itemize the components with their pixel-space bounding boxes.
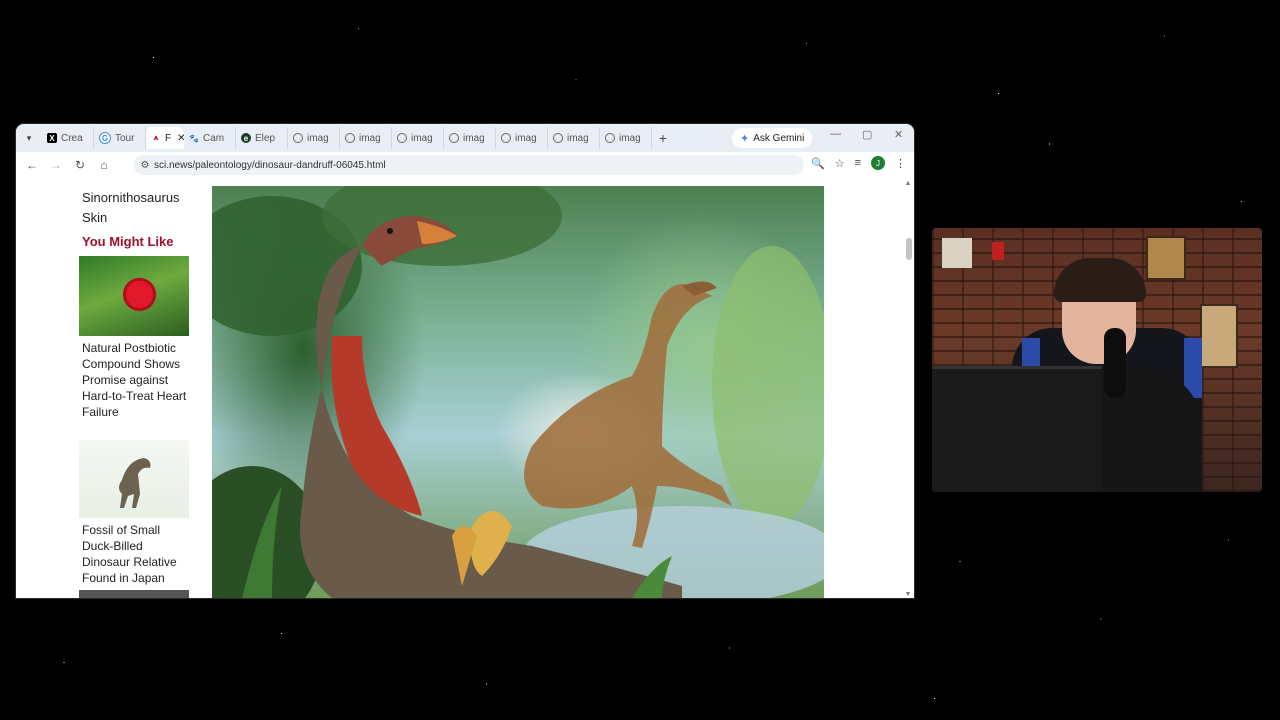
tab-3[interactable]: 🐾 Cam [184,127,236,149]
tab-search-icon[interactable]: ▾ [16,133,42,144]
back-icon[interactable]: ← [20,158,44,172]
reload-icon[interactable]: ↻ [68,158,92,172]
google-icon: G [99,132,111,144]
tab-2-active[interactable]: ⩚ F ✕ [146,127,184,149]
zoom-icon[interactable]: 🔍 [811,157,825,170]
shelf-item [992,242,1004,260]
scrollbar-thumb[interactable] [906,238,912,260]
tab-label: Elep [255,132,276,144]
recommendation-title[interactable]: Natural Postbiotic Compound Shows Promis… [82,340,192,420]
ask-gemini-button[interactable]: ✦ Ask Gemini [732,128,813,148]
globe-icon [501,133,511,143]
tab-label: Cam [203,132,225,144]
tab-bar: ▾ X Crea G Tour ⩚ F ✕ 🐾 Cam e Elep imag imag i… [16,124,914,152]
home-icon[interactable]: ⌂ [92,158,116,172]
wall-picture [1146,236,1186,280]
tab-6[interactable]: imag [340,127,392,149]
wall-picture [1200,304,1238,368]
recommendation-title[interactable]: Fossil of Small Duck-Billed Dinosaur Rel… [82,522,192,586]
recommendation-image-pomegranate[interactable] [79,256,189,336]
globe-icon [293,133,303,143]
globe-icon [449,133,459,143]
you-might-like-title: You Might Like [82,234,174,249]
tab-label: F [165,132,172,144]
tab-8[interactable]: imag [444,127,496,149]
globe-icon [345,133,355,143]
tab-5[interactable]: imag [288,127,340,149]
gemini-sparkle-icon: ✦ [740,132,750,145]
tab-11[interactable]: imag [600,127,652,149]
tab-label: Crea [61,132,83,144]
bookmark-star-icon[interactable]: ☆ [835,157,845,170]
paw-icon: 🐾 [189,133,199,143]
tab-label: imag [359,132,381,144]
globe-icon [553,133,563,143]
e-icon: e [241,133,251,143]
scroll-down-icon[interactable]: ▼ [904,591,912,598]
therizinosaur-painting [212,186,824,598]
reading-list-icon[interactable]: ≡ [855,157,861,169]
tab-label: imag [463,132,485,144]
globe-icon [605,133,615,143]
forward-icon[interactable]: → [44,158,68,172]
recommendation-image-dinosaur[interactable] [79,440,189,518]
ask-gemini-label: Ask Gemini [753,132,805,144]
monitor [932,366,1102,492]
tab-label: imag [567,132,589,144]
sci-news-icon: ⩚ [153,133,159,142]
tab-4[interactable]: e Elep [236,127,288,149]
url-text: sci.news/paleontology/dinosaur-dandruff-… [154,159,386,171]
globe-icon [397,133,407,143]
tab-0[interactable]: X Crea [42,127,94,149]
tab-7[interactable]: imag [392,127,444,149]
tab-label: imag [619,132,641,144]
microphone [1104,328,1126,398]
tab-label: Tour [115,132,135,144]
article-hero-image [212,186,824,598]
dinosaur-illustration [119,458,151,508]
address-bar: ← → ↻ ⌂ ⚙ sci.news/paleontology/dinosaur… [16,152,914,179]
tab-label: imag [411,132,433,144]
tab-label: imag [307,132,329,144]
wall-picture [942,238,972,268]
page-content: Sinornithosaurus Skin You Might Like Nat… [16,178,914,598]
url-field[interactable]: ⚙ sci.news/paleontology/dinosaur-dandruf… [134,155,804,175]
x-logo-icon: X [47,133,57,143]
sidebar: Sinornithosaurus Skin You Might Like Nat… [16,178,206,598]
new-tab-button[interactable]: + [652,130,674,146]
sidebar-heading[interactable]: Sinornithosaurus Skin [82,188,202,228]
menu-dots-icon[interactable]: ⋮ [895,157,906,170]
minimize-icon[interactable]: — [830,128,841,140]
window-close-icon[interactable]: ✕ [894,128,903,141]
maximize-icon[interactable]: ▢ [862,128,872,141]
tab-1[interactable]: G Tour [94,127,146,149]
tab-9[interactable]: imag [496,127,548,149]
webcam-overlay [932,228,1262,492]
scroll-up-icon[interactable]: ▲ [904,180,912,187]
tab-label: imag [515,132,537,144]
site-info-icon[interactable]: ⚙ [136,160,154,171]
browser-window: ▾ X Crea G Tour ⩚ F ✕ 🐾 Cam e Elep imag imag i… [16,124,914,598]
close-icon[interactable]: ✕ [177,133,184,144]
profile-avatar[interactable]: J [871,156,885,170]
recommendation-image-partial[interactable] [79,590,189,598]
tab-10[interactable]: imag [548,127,600,149]
